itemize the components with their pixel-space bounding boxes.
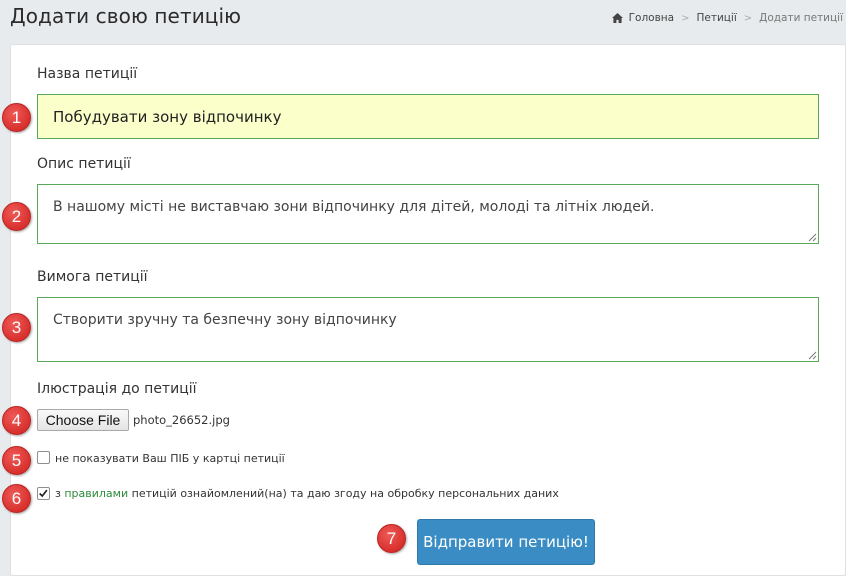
step-badge-7: 7 (377, 524, 406, 553)
resize-handle-icon[interactable] (808, 351, 817, 360)
checkmark-icon (39, 489, 48, 498)
resize-handle-icon[interactable] (808, 233, 817, 242)
hide-name-checkbox[interactable] (37, 451, 50, 464)
petition-name-label: Назва петиції (37, 66, 138, 82)
step-badge-6: 6 (2, 484, 31, 513)
step-badge-5: 5 (2, 446, 31, 475)
home-icon (611, 13, 623, 23)
petition-name-input[interactable]: Побудувати зону відпочинку (37, 94, 819, 139)
step-badge-1: 1 (2, 103, 31, 132)
petition-demand-text: Створити зручну та безпечну зону відпочи… (53, 312, 397, 328)
hide-name-label: не показувати Ваш ПІБ у картці петиції (55, 452, 285, 465)
page-title: Додати свою петицію (10, 4, 242, 28)
choose-file-button[interactable]: Choose File (37, 409, 129, 431)
petition-description-label: Опис петиції (37, 156, 131, 172)
step-badge-3: 3 (2, 313, 31, 342)
breadcrumb-separator: > (743, 12, 753, 24)
page-header: Додати свою петицію Головна > Петиції > … (0, 0, 846, 36)
petition-demand-label: Вимога петиції (37, 269, 148, 285)
breadcrumb-current: Додати петиції (759, 12, 843, 24)
agree-terms-checkbox[interactable] (37, 487, 50, 500)
rules-link[interactable]: правилами (64, 487, 128, 500)
petition-description-textarea[interactable]: В нашому місті не виставчаю зони відпочи… (37, 184, 819, 244)
agree-terms-label: з правилами петицій ознайомлений(на) та … (55, 487, 559, 500)
breadcrumb: Головна > Петиції > Додати петиції (611, 12, 843, 24)
selected-file-name: photo_26652.jpg (133, 413, 230, 427)
breadcrumb-separator: > (681, 12, 690, 24)
petition-demand-textarea[interactable]: Створити зручну та безпечну зону відпочи… (37, 297, 819, 362)
illustration-label: Ілюстрація до петиції (37, 381, 197, 397)
breadcrumb-home[interactable]: Головна (629, 12, 674, 24)
agree-suffix: петицій ознайомлений(на) та даю згоду на… (131, 487, 559, 500)
petition-description-text: В нашому місті не виставчаю зони відпочи… (53, 199, 655, 215)
step-badge-4: 4 (2, 406, 31, 435)
submit-petition-button[interactable]: Відправити петицію! (417, 519, 595, 565)
breadcrumb-petitions[interactable]: Петиції (696, 12, 736, 24)
agree-prefix: з (55, 487, 61, 500)
step-badge-2: 2 (2, 202, 31, 231)
